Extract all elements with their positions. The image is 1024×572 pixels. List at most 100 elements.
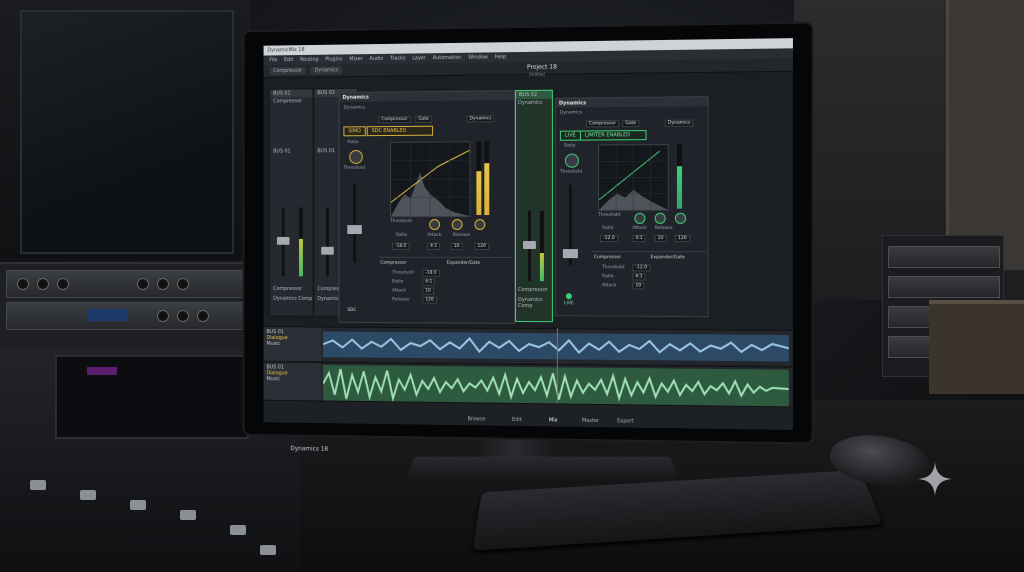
threshold-knob[interactable] [564, 153, 579, 168]
menu-edit[interactable]: Edit [284, 57, 293, 63]
page-browse[interactable]: Browse [468, 416, 486, 422]
dropdown-dynamics[interactable]: Dynamics [466, 115, 495, 123]
strip-sub: Compressor [273, 98, 302, 105]
plugin-title: Dynamics [558, 99, 587, 107]
compressor-section-label: Compressor [593, 255, 622, 261]
expander-section-label: Expander/Gate [650, 255, 685, 261]
menu-window[interactable]: Window [468, 54, 487, 60]
plugin-title: Dynamics [342, 94, 369, 101]
plugin-header: Dynamics [555, 97, 708, 108]
dynamics-plugin-left: Dynamics Dynamics Compressor Gate Dynami… [338, 90, 516, 324]
menu-help[interactable]: Help [495, 54, 506, 60]
knob-label-threshold: Threshold [598, 212, 621, 218]
knob-label-ratio: Ratio [602, 225, 614, 231]
ratio-value[interactable]: 4:1 [632, 235, 646, 243]
power-led[interactable] [565, 293, 572, 300]
row-value[interactable]: -18.0 [422, 269, 440, 277]
app-name-label: Dynamics 18 [290, 445, 329, 453]
dropdown-dynamics[interactable]: Dynamics [664, 119, 694, 127]
threshold-value[interactable]: -18.0 [392, 242, 410, 250]
transfer-curve-graph [598, 144, 669, 211]
row-label: Threshold [392, 270, 414, 276]
monitor-base [404, 456, 681, 483]
row-value[interactable]: 4:1 [422, 278, 436, 286]
menu-automation[interactable]: Automation [433, 55, 462, 61]
studio-window [20, 10, 234, 254]
back-wall-left [0, 0, 250, 260]
track-type: Music [266, 340, 281, 347]
ratio-knob[interactable] [429, 219, 440, 231]
sdc-enabled-badge[interactable]: SDC ENABLED [366, 125, 434, 137]
attack-value[interactable]: 10 [654, 235, 667, 243]
channel-strip-center: BUS 02 Dynamics Compressor Dynamics Comp [515, 89, 553, 323]
limiter-enabled-badge[interactable]: LIMITER ENABLED [579, 130, 647, 141]
transfer-curve-graph [390, 141, 471, 218]
fader-handle[interactable] [276, 236, 290, 245]
menu-routing[interactable]: Routing [300, 57, 318, 63]
fader-handle[interactable] [522, 241, 536, 250]
rack-unit-preamp [6, 270, 244, 298]
knob-label-ratio: Ratio [395, 233, 408, 238]
outboard-rack [0, 262, 250, 354]
input-fader[interactable] [347, 225, 362, 234]
row-value[interactable]: 120 [422, 296, 437, 304]
release-knob[interactable] [474, 219, 486, 231]
row-value[interactable]: 10 [632, 282, 645, 290]
knob-label-release: Release [654, 225, 673, 231]
toolbar-compressor-button[interactable]: Compressor [269, 66, 306, 76]
dropdown-compressor[interactable]: Compressor [378, 115, 411, 124]
menu-mixer[interactable]: Mixer [349, 56, 362, 62]
studio-scene: DynamicMix 18 File Edit Routing Plugins … [0, 0, 1024, 572]
strip-bottom-2: Dynamics Comp [273, 295, 313, 302]
menu-file[interactable]: File [269, 57, 277, 63]
knob-label-attack: Attack [632, 225, 647, 231]
playhead[interactable] [556, 328, 558, 409]
menu-audio[interactable]: Audio [369, 56, 383, 62]
attack-knob[interactable] [654, 212, 666, 224]
strip-bottom: Compressor [518, 286, 548, 294]
ratio-knob[interactable] [634, 212, 646, 224]
simo-badge[interactable]: SIMO [343, 126, 366, 137]
page-master[interactable]: Master [582, 418, 599, 424]
release-knob[interactable] [674, 212, 687, 224]
page-mix[interactable]: Mix [549, 417, 558, 423]
detail-panel: Compressor Expander/Gate Threshold -12.0 … [591, 251, 706, 301]
live-badge[interactable]: LIVE [559, 130, 581, 141]
release-value[interactable]: 120 [474, 242, 489, 250]
row-value[interactable]: 10 [422, 287, 434, 295]
compressor-section-label: Compressor [380, 260, 407, 266]
dropdown-gate[interactable]: Gate [415, 115, 432, 123]
menu-tracks[interactable]: Tracks [390, 56, 405, 62]
gr-meter [476, 141, 482, 216]
fader-handle[interactable] [321, 246, 334, 255]
row-label: Threshold [602, 265, 625, 271]
dropdown-compressor[interactable]: Compressor [585, 120, 620, 128]
release-value[interactable]: 120 [674, 235, 690, 243]
menu-plugins[interactable]: Plugins [325, 56, 342, 62]
plugin-header: Dynamics [339, 91, 515, 102]
row-value[interactable]: 4:1 [632, 273, 646, 281]
attack-knob[interactable] [451, 219, 463, 231]
row-label: Release [392, 297, 410, 303]
strip-label: Dynamics [518, 99, 543, 107]
dropdown-gate[interactable]: Gate [622, 120, 640, 128]
strip-bottom-2: Dynamics Comp [518, 296, 543, 310]
dynamics-plugin-right: Dynamics Dynamics Compressor Gate Dynami… [554, 96, 709, 318]
threshold-knob[interactable] [349, 150, 363, 164]
page-export[interactable]: Export [617, 418, 634, 424]
ratio-value[interactable]: 4:1 [427, 242, 441, 250]
threshold-label: Threshold [343, 165, 365, 171]
monitor: DynamicMix 18 File Edit Routing Plugins … [244, 23, 812, 453]
section-label: Dynamics [343, 105, 365, 111]
toolbar-dynamics-button[interactable]: Dynamics [310, 66, 343, 75]
attack-value[interactable]: 10 [450, 242, 463, 250]
threshold-value[interactable]: -12.0 [600, 235, 618, 243]
page-edit[interactable]: Edit [512, 417, 522, 423]
output-meter [484, 141, 490, 216]
menu-layer[interactable]: Layer [412, 55, 426, 61]
track-header[interactable]: BUS 01 Dialogue Music [263, 327, 322, 362]
row-value[interactable]: -12.0 [632, 264, 651, 272]
track-header[interactable]: BUS 01 Dialogue Music [263, 362, 322, 405]
input-fader[interactable] [562, 249, 578, 259]
project-subtitle: Untitled [528, 71, 545, 77]
